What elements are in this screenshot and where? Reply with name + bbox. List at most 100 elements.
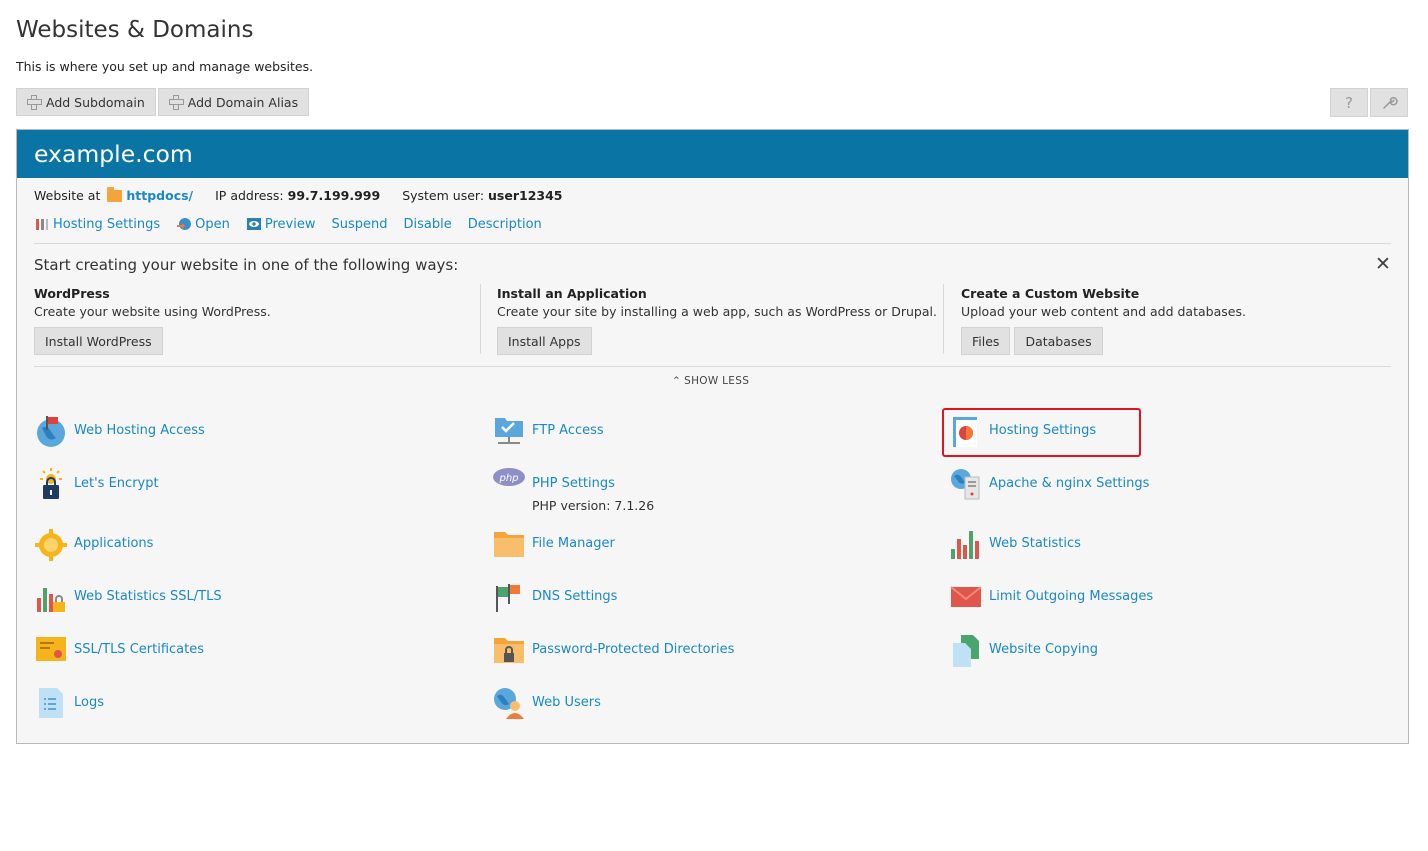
svg-text:php: php	[498, 473, 518, 484]
tool-apache-nginx-settings[interactable]: Apache & nginx Settings	[949, 467, 1149, 501]
system-user-value: user12345	[488, 188, 563, 203]
plus-icon	[27, 95, 42, 110]
install-apps-button[interactable]: Install Apps	[497, 327, 592, 355]
tool-web-users[interactable]: Web Users	[492, 686, 601, 720]
suspend-link[interactable]: Suspend	[332, 216, 388, 232]
preview-icon	[246, 218, 261, 230]
divider	[34, 366, 1391, 367]
ip-value: 99.7.199.999	[287, 188, 381, 203]
toolbar-right: ?	[1330, 88, 1408, 117]
tool-file-manager[interactable]: File Manager	[492, 527, 615, 561]
show-less-label: SHOW LESS	[684, 375, 750, 387]
custom-website-heading: Create a Custom Website	[961, 286, 1140, 301]
domain-actions: Hosting Settings Open Preview Suspend Di…	[34, 216, 542, 232]
preview-link[interactable]: Preview	[246, 216, 316, 232]
divider	[34, 243, 1391, 244]
tool-ssl-certificates[interactable]: SSL/TLS Certificates	[34, 633, 204, 667]
custom-website-text: Upload your web content and add database…	[961, 304, 1246, 319]
website-at-label: Website at	[34, 188, 101, 203]
tool-ftp-access[interactable]: FTP Access	[492, 414, 604, 448]
help-button[interactable]: ?	[1330, 88, 1368, 117]
wordpress-heading: WordPress	[34, 286, 110, 301]
tool-label: DNS Settings	[532, 589, 618, 604]
custom-website-option: Create a Custom Website Upload your web …	[961, 286, 1246, 355]
page-title: Websites & Domains	[16, 17, 254, 43]
tools-button[interactable]	[1370, 88, 1408, 117]
databases-button[interactable]: Databases	[1014, 327, 1103, 355]
tool-label: Web Statistics	[989, 536, 1081, 551]
add-domain-alias-button[interactable]: Add Domain Alias	[157, 88, 310, 116]
add-domain-alias-label: Add Domain Alias	[187, 94, 299, 110]
hosting-settings-link[interactable]: Hosting Settings	[34, 216, 160, 232]
dns-flags-icon	[496, 584, 520, 612]
install-app-heading: Install an Application	[497, 286, 647, 301]
bar-chart-icon	[951, 531, 979, 559]
open-label: Open	[195, 216, 230, 232]
install-app-text: Create your site by installing a web app…	[497, 304, 937, 319]
lock-sun-icon	[40, 468, 62, 499]
tool-label: PHP Settings	[532, 476, 615, 491]
chevron-up-icon: ⌃	[672, 375, 682, 387]
domain-panel: example.com Website at httpdocs/ IP addr…	[16, 129, 1409, 744]
show-less-toggle[interactable]: ⌃ SHOW LESS	[672, 375, 749, 387]
system-user-label: System user:	[402, 188, 485, 203]
tool-label: Password-Protected Directories	[532, 642, 735, 657]
folder-icon	[107, 186, 123, 202]
tool-dns-settings[interactable]: DNS Settings	[492, 580, 617, 614]
wordpress-option: WordPress Create your website using Word…	[34, 286, 271, 355]
tool-limit-outgoing-messages[interactable]: Limit Outgoing Messages	[949, 580, 1153, 614]
tool-label: Apache & nginx Settings	[989, 476, 1150, 491]
tool-web-hosting-access[interactable]: Web Hosting Access	[34, 414, 205, 448]
tool-web-statistics-ssl[interactable]: Web Statistics SSL/TLS	[34, 580, 222, 614]
tool-logs[interactable]: Logs	[34, 686, 104, 720]
start-title: Start creating your website in one of th…	[34, 256, 459, 274]
ip-label: IP address:	[215, 188, 284, 203]
tool-password-protected-directories[interactable]: Password-Protected Directories	[492, 633, 734, 667]
tools-icon	[36, 219, 48, 230]
globe-open-icon	[177, 218, 192, 230]
folder-icon	[494, 532, 524, 557]
wordpress-text: Create your website using WordPress.	[34, 304, 271, 319]
server-globe-icon	[951, 469, 980, 500]
toolbar: Add Subdomain Add Domain Alias	[16, 88, 310, 116]
tool-label: Applications	[74, 536, 154, 551]
close-icon[interactable]: ✕	[1375, 253, 1391, 275]
certificate-icon	[36, 637, 66, 661]
tool-label: Website Copying	[989, 642, 1099, 657]
document-icon	[39, 688, 63, 718]
preview-label: Preview	[264, 216, 316, 232]
tool-applications[interactable]: Applications	[34, 527, 153, 561]
tool-lets-encrypt[interactable]: Let's Encrypt	[34, 467, 159, 501]
tool-website-copying[interactable]: Website Copying	[949, 633, 1098, 667]
install-wordpress-button[interactable]: Install WordPress	[34, 327, 163, 355]
domain-name: example.com	[17, 130, 1408, 178]
description-link[interactable]: Description	[468, 216, 542, 232]
domain-info: Website at httpdocs/ IP address: 99.7.19…	[34, 186, 563, 203]
column-divider	[943, 284, 944, 354]
hosting-settings-label: Hosting Settings	[53, 216, 161, 232]
stats-lock-icon	[37, 588, 65, 612]
copy-icon	[953, 635, 979, 667]
tool-label: SSL/TLS Certificates	[74, 642, 204, 657]
globe-flag-icon	[37, 416, 65, 447]
tool-web-statistics[interactable]: Web Statistics	[949, 527, 1081, 561]
docroot-link[interactable]: httpdocs/	[126, 188, 193, 203]
tool-label: Web Statistics SSL/TLS	[74, 589, 222, 604]
tool-label: Let's Encrypt	[74, 476, 159, 491]
tool-label: FTP Access	[532, 423, 604, 438]
ftp-folder-icon	[495, 418, 523, 444]
locked-folder-icon	[494, 638, 524, 663]
tool-label: Web Hosting Access	[74, 423, 205, 438]
help-icon: ?	[1345, 93, 1353, 112]
gear-icon	[35, 529, 67, 561]
tool-php-settings[interactable]: php PHP Settings PHP version: 7.1.26	[492, 467, 654, 513]
add-subdomain-label: Add Subdomain	[46, 94, 145, 110]
page-description: This is where you set up and manage webs…	[16, 59, 314, 74]
add-subdomain-button[interactable]: Add Subdomain	[16, 88, 156, 116]
disable-link[interactable]: Disable	[404, 216, 452, 232]
install-app-option: Install an Application Create your site …	[497, 286, 937, 355]
files-button[interactable]: Files	[961, 327, 1011, 355]
highlight-box	[942, 408, 1141, 457]
tool-label: Logs	[74, 695, 104, 710]
open-link[interactable]: Open	[176, 216, 230, 232]
